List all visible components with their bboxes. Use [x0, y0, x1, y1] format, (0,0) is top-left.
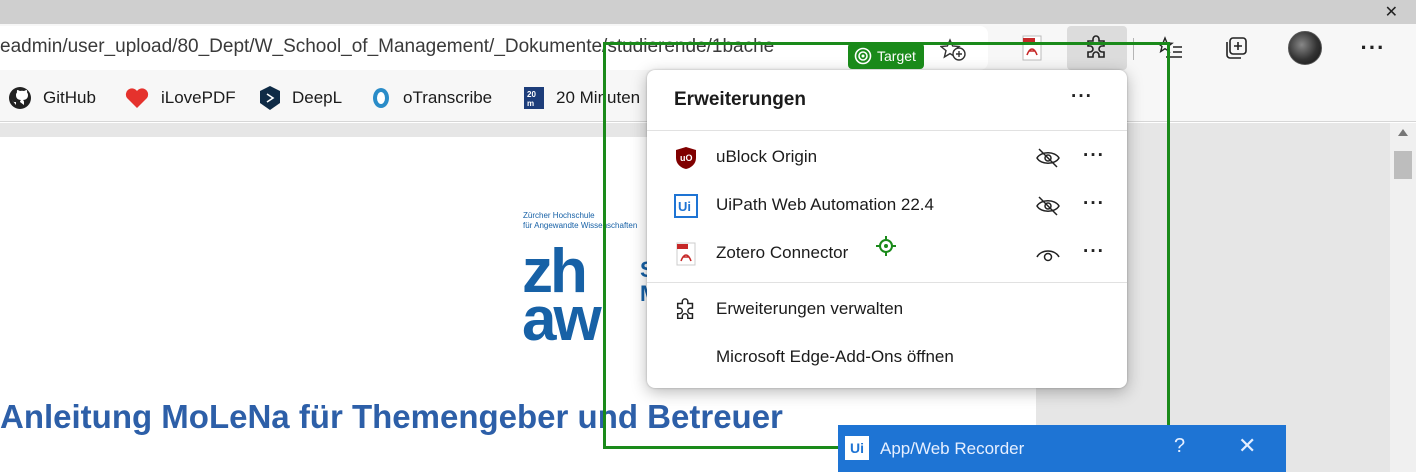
- popup-title: Erweiterungen: [674, 89, 806, 110]
- scroll-thumb[interactable]: [1394, 151, 1412, 179]
- collections-icon[interactable]: [1218, 30, 1254, 66]
- edge-addons-item[interactable]: Microsoft Edge-Add-Ons öffnen: [647, 334, 1127, 382]
- window-titlebar: ✕: [0, 0, 1416, 24]
- divider: [647, 130, 1127, 131]
- favorite-github[interactable]: GitHub: [8, 85, 96, 111]
- extensions-popup: Erweiterungen ··· uO uBlock Origin ··· U…: [647, 70, 1127, 388]
- crosshair-icon: [875, 235, 897, 262]
- app-web-recorder-panel: Ui App/Web Recorder ? ✕: [838, 425, 1286, 472]
- eye-hidden-icon[interactable]: [1035, 195, 1061, 217]
- extension-more-button[interactable]: ···: [1083, 146, 1105, 166]
- vertical-scrollbar[interactable]: [1390, 123, 1416, 472]
- extension-item-ublock[interactable]: uO uBlock Origin ···: [647, 134, 1127, 182]
- favorite-otranscribe[interactable]: oTranscribe: [370, 85, 492, 111]
- target-icon: [854, 47, 872, 65]
- favorite-label: GitHub: [43, 88, 96, 107]
- svg-text:uO: uO: [680, 153, 693, 163]
- ilovepdf-icon: [124, 86, 150, 110]
- puzzle-icon: [674, 298, 698, 322]
- ublock-icon: uO: [674, 146, 698, 170]
- close-button[interactable]: ✕: [1238, 434, 1256, 459]
- deepl-icon: [259, 85, 281, 111]
- target-label: Target: [877, 48, 916, 64]
- eye-visible-icon[interactable]: [1035, 243, 1061, 265]
- 20min-icon: 20 m: [523, 86, 545, 110]
- profile-avatar[interactable]: [1287, 30, 1323, 66]
- extension-more-button[interactable]: ···: [1083, 194, 1105, 214]
- favorite-deepl[interactable]: DeepL: [259, 85, 342, 111]
- svg-text:20: 20: [527, 90, 536, 99]
- favorite-ilovepdf[interactable]: iLovePDF: [124, 85, 236, 111]
- svg-text:Ui: Ui: [678, 199, 691, 214]
- favorite-label: DeepL: [292, 88, 343, 107]
- uipath-icon: Ui: [674, 194, 698, 218]
- extension-item-uipath[interactable]: Ui UiPath Web Automation 22.4 ···: [647, 182, 1127, 230]
- settings-more-icon[interactable]: ···: [1355, 30, 1391, 66]
- favorite-label: iLovePDF: [161, 88, 236, 107]
- eye-hidden-icon[interactable]: [1035, 147, 1061, 169]
- manage-extensions-item[interactable]: Erweiterungen verwalten: [647, 286, 1127, 334]
- window-close-button[interactable]: ✕: [1385, 2, 1398, 21]
- uipath-logo-icon: Ui: [845, 436, 869, 460]
- popup-more-button[interactable]: ···: [1071, 87, 1093, 107]
- divider: [647, 282, 1127, 283]
- recorder-title: App/Web Recorder: [880, 439, 1025, 458]
- target-badge: Target: [848, 43, 924, 69]
- extension-more-button[interactable]: ···: [1083, 242, 1105, 262]
- otranscribe-icon: [370, 86, 392, 110]
- svg-text:m: m: [527, 99, 534, 108]
- help-button[interactable]: ?: [1174, 435, 1185, 458]
- scroll-up-arrow-icon[interactable]: [1398, 129, 1408, 136]
- zotero-icon: [674, 242, 698, 266]
- github-icon: [8, 86, 32, 110]
- zhaw-logo: zh aw: [522, 237, 602, 354]
- favorite-label: oTranscribe: [403, 88, 493, 107]
